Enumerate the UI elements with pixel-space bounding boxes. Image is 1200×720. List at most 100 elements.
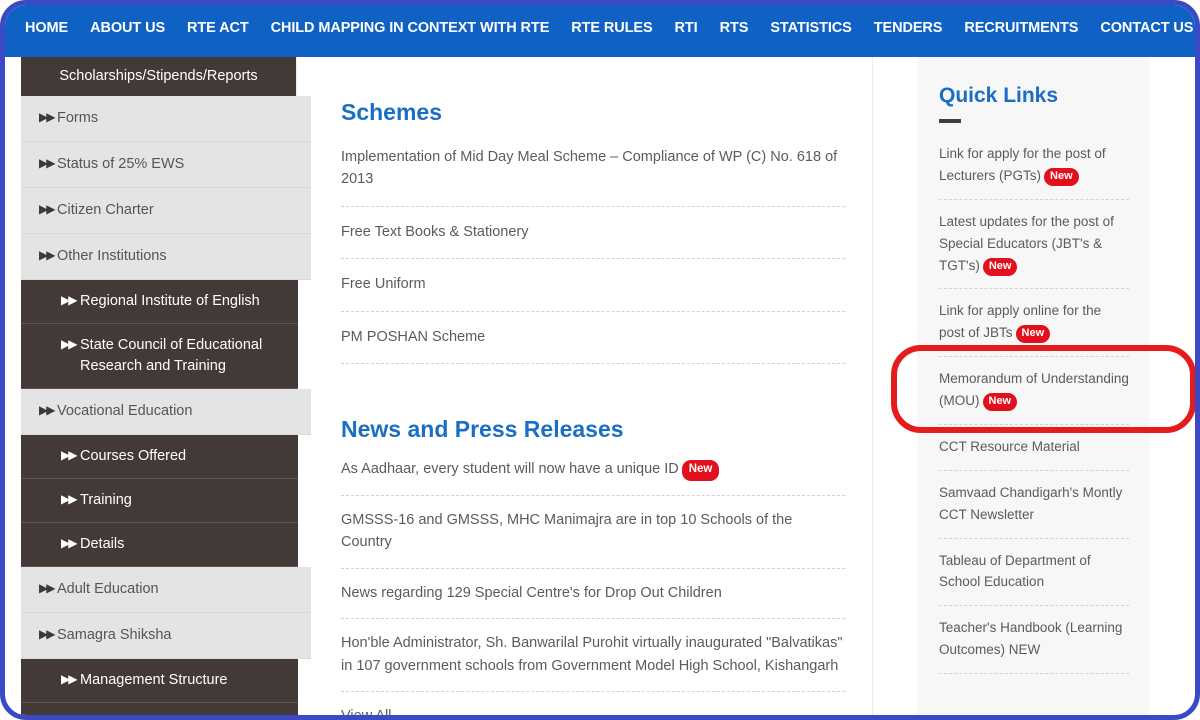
page-frame: HOME ABOUT US RTE ACT CHILD MAPPING IN CONT… <box>0 0 1200 720</box>
main-content: Schemes Implementation of Mid Day Meal S… <box>341 57 845 715</box>
double-chevron-right-icon: ▶▶ <box>39 248 56 263</box>
sidebar-item-label: Details <box>80 536 125 553</box>
news-row-label: Hon'ble Administrator, Sh. Banwarilal Pu… <box>341 635 843 674</box>
sidebar-item-status-of-25-ews[interactable]: ▶▶ Status of 25% EWS <box>21 142 311 189</box>
double-chevron-right-icon: ▶▶ <box>39 110 56 125</box>
quick-link-label: Teacher's Handbook (Learning Outcomes) N… <box>939 620 1123 658</box>
sidebar-item-training[interactable]: ▶▶ Training <box>21 479 298 524</box>
sidebar-item-adult-education[interactable]: ▶▶ Adult Education <box>21 567 311 614</box>
sidebar-item-list: ▶▶ Forms ▶▶ Status of 25% EWS ▶▶ Citizen Char… <box>21 96 311 715</box>
quick-link-row[interactable]: Link for apply online for the post of JB… <box>939 289 1129 358</box>
sidebar-item-label: Citizen Charter <box>57 202 154 219</box>
quick-link-row[interactable]: Memorandum of Understanding (MOU) New <box>939 357 1129 425</box>
news-row[interactable]: Hon'ble Administrator, Sh. Banwarilal Pu… <box>341 619 845 693</box>
double-chevron-right-icon: ▶▶ <box>61 448 78 463</box>
quick-links-list: Link for apply for the post of Lecturers… <box>939 132 1129 674</box>
quick-link-label: Link for apply for the post of Lecturers… <box>939 146 1106 184</box>
nav-item-child-mapping-in-context-with-rte[interactable]: CHILD MAPPING IN CONTEXT WITH RTE <box>260 5 561 57</box>
scheme-row-label: PM POSHAN Scheme <box>341 328 486 345</box>
double-chevron-right-icon: ▶▶ <box>61 714 75 715</box>
sidebar-item-label: Training <box>80 492 132 509</box>
page-body: Scholarships/Stipends/Reports ▶▶ Forms ▶▶ S… <box>5 57 1195 715</box>
sidebar-item-label: Management Structure <box>80 672 228 689</box>
nav-item-recruitments[interactable]: RECRUITMENTS <box>953 5 1089 57</box>
sidebar-item-label: Regional Institute of English <box>80 293 260 310</box>
news-row-label: GMSSS-16 and GMSSS, MHC Manimajra are in… <box>341 511 793 551</box>
quick-link-label: Samvaad Chandigarh's Montly CCT Newslett… <box>939 484 1123 522</box>
sidebar-item-other-institutions[interactable]: ▶▶ Other Institutions <box>21 234 311 281</box>
quick-link-label: Latest updates for the post of Special E… <box>939 213 1114 273</box>
double-chevron-right-icon: ▶▶ <box>61 492 78 507</box>
nav-item-home[interactable]: HOME <box>25 5 79 57</box>
sidebar-item-forms[interactable]: ▶▶ Forms <box>21 96 311 143</box>
scheme-row-label: Free Text Books & Stationery <box>341 223 529 240</box>
schemes-section: Schemes Implementation of Mid Day Meal S… <box>341 57 845 365</box>
new-badge: New <box>982 393 1018 412</box>
quick-link-label: CCT Resource Material <box>939 438 1080 454</box>
double-chevron-right-icon: ▶▶ <box>61 293 78 308</box>
sidebar-item-label: State Council of Educational Research an… <box>80 337 263 375</box>
quick-link-label: Tableau of Department of School Educatio… <box>939 552 1091 590</box>
view-all-link[interactable]: View All <box>341 692 845 715</box>
quick-link-row[interactable]: Tableau of Department of School Educatio… <box>939 539 1129 607</box>
new-badge: New <box>1044 168 1079 187</box>
new-badge: New <box>982 257 1018 276</box>
sidebar-item-label: Other Institutions <box>57 248 167 265</box>
scheme-row[interactable]: Free Text Books & Stationery <box>341 207 845 260</box>
nav-item-statistics[interactable]: STATISTICS <box>759 5 862 57</box>
sidebar-item-label: Vocational Education <box>57 403 193 420</box>
quick-link-row[interactable]: Link for apply for the post of Lecturers… <box>939 132 1129 200</box>
double-chevron-right-icon: ▶▶ <box>39 156 56 171</box>
nav-item-rts[interactable]: RTS <box>709 5 760 57</box>
news-row[interactable]: News regarding 129 Special Centre's for … <box>341 569 845 620</box>
news-row-label: News regarding 129 Special Centre's for … <box>341 584 722 601</box>
news-section: News and Press Releases As Aadhaar, ever… <box>341 364 845 715</box>
sidebar-item-citizen-charter[interactable]: ▶▶ Citizen Charter <box>21 188 311 235</box>
sidebar-item-regional-institute-of-english[interactable]: ▶▶ Regional Institute of English <box>21 280 298 325</box>
news-title: News and Press Releases <box>341 416 624 443</box>
sidebar-item-label: Strategies <box>80 714 145 715</box>
nav-item-rti[interactable]: RTI <box>664 5 709 57</box>
nav-item-contact-us[interactable]: CONTACT US <box>1089 5 1195 57</box>
scheme-row-label: Free Uniform <box>341 276 426 293</box>
quick-link-row[interactable]: Teacher's Handbook (Learning Outcomes) N… <box>939 606 1129 674</box>
sidebar-item-samagra-shiksha[interactable]: ▶▶ Samagra Shiksha <box>21 613 311 660</box>
scheme-row[interactable]: Implementation of Mid Day Meal Scheme – … <box>341 132 845 207</box>
sidebar-item-label: Status of 25% EWS <box>57 156 185 173</box>
new-badge: New <box>681 460 720 481</box>
scheme-row-label: Implementation of Mid Day Meal Scheme – … <box>341 149 838 188</box>
main-navigation-bar: HOME ABOUT US RTE ACT CHILD MAPPING IN CONT… <box>5 5 1195 57</box>
quick-link-row[interactable]: Samvaad Chandigarh's Montly CCT Newslett… <box>939 471 1129 539</box>
nav-item-rte-act[interactable]: RTE ACT <box>176 5 260 57</box>
sidebar-item-management-structure[interactable]: ▶▶ Management Structure <box>21 659 298 704</box>
scheme-row[interactable]: PM POSHAN Scheme <box>341 312 845 365</box>
sidebar-item-label: Samagra Shiksha <box>57 627 172 644</box>
news-list: As Aadhaar, every student will now have … <box>341 445 845 693</box>
double-chevron-right-icon: ▶▶ <box>61 536 78 551</box>
quick-link-row[interactable]: CCT Resource Material <box>939 425 1129 471</box>
double-chevron-right-icon: ▶▶ <box>39 581 56 596</box>
nav-item-tenders[interactable]: TENDERS <box>863 5 954 57</box>
sidebar-item-strategies[interactable]: ▶▶ Strategies <box>21 703 298 715</box>
nav-item-rte-rules[interactable]: RTE RULES <box>560 5 663 57</box>
sidebar-header: Scholarships/Stipends/Reports <box>21 57 296 97</box>
news-row-label: As Aadhaar, every student will now have … <box>341 461 679 478</box>
nav-item-about-us[interactable]: ABOUT US <box>79 5 176 57</box>
sidebar-item-courses-offered[interactable]: ▶▶ Courses Offered <box>21 435 298 480</box>
double-chevron-right-icon: ▶▶ <box>39 202 56 217</box>
news-row[interactable]: As Aadhaar, every student will now have … <box>341 445 845 496</box>
sidebar-item-label: Adult Education <box>57 581 159 598</box>
sidebar-item-vocational-education[interactable]: ▶▶ Vocational Education <box>21 389 311 436</box>
scheme-row[interactable]: Free Uniform <box>341 259 845 312</box>
sidebar-item-details[interactable]: ▶▶ Details <box>21 523 298 568</box>
quick-links-title: Quick Links <box>939 84 1059 107</box>
left-sidebar-menu: Scholarships/Stipends/Reports ▶▶ Forms ▶▶ S… <box>21 57 311 715</box>
schemes-list: Implementation of Mid Day Meal Scheme – … <box>341 132 845 365</box>
news-row[interactable]: GMSSS-16 and GMSSS, MHC Manimajra are in… <box>341 496 845 569</box>
quick-links-underline <box>939 119 961 124</box>
quick-link-row[interactable]: Latest updates for the post of Special E… <box>939 200 1129 290</box>
sidebar-item-state-council-of-educational-research-and-training[interactable]: ▶▶ State Council of Educational Research … <box>21 324 298 390</box>
double-chevron-right-icon: ▶▶ <box>39 627 56 642</box>
quick-links-panel: Quick Links Link for apply for the post … <box>917 57 1149 715</box>
double-chevron-right-icon: ▶▶ <box>61 672 78 687</box>
